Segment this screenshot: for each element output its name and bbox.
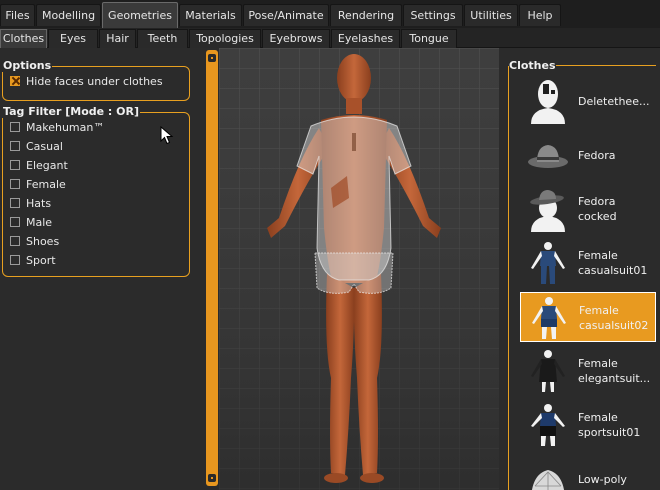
- elegantsuit-icon: [531, 350, 565, 392]
- clothes-item-label: Female casualsuit02: [579, 304, 649, 332]
- clothes-item-female-casualsuit02[interactable]: Female casualsuit02: [520, 292, 656, 342]
- casualsuit-icon: [531, 242, 565, 284]
- tag-checkbox[interactable]: [10, 179, 20, 189]
- panel-divider: [556, 65, 656, 66]
- tab-help[interactable]: Help: [519, 4, 561, 26]
- subtab-clothes[interactable]: Clothes: [0, 29, 47, 48]
- clothes-item-label: Female casualsuit01: [578, 249, 648, 277]
- tag-label: Makehuman™: [26, 120, 105, 134]
- casualsuit-icon: [532, 297, 566, 339]
- tag-sport-row[interactable]: Sport: [10, 252, 56, 268]
- clothes-item-female-casualsuit01[interactable]: Female casualsuit01: [520, 238, 656, 288]
- tag-label: Sport: [26, 253, 56, 267]
- clothes-item-label: Low-poly: [578, 472, 627, 486]
- hide-faces-checkbox[interactable]: [10, 76, 20, 86]
- clothes-panel: Clothes Deletethee... Fedora Fedora cock…: [500, 48, 660, 490]
- subtab-tongue[interactable]: Tongue: [401, 29, 457, 48]
- sportsuit-icon: [531, 404, 565, 446]
- tag-shoes-row[interactable]: Shoes: [10, 233, 59, 249]
- slider-top-handle[interactable]: [208, 54, 216, 62]
- left-panel: Options Hide faces under clothes Tag Fil…: [0, 48, 203, 490]
- slider-bottom-handle[interactable]: [208, 474, 216, 482]
- tag-label: Female: [26, 177, 66, 191]
- tag-casual-row[interactable]: Casual: [10, 138, 63, 154]
- tab-rendering[interactable]: Rendering: [330, 4, 402, 26]
- viewport-scene: [219, 48, 499, 490]
- fedora-cocked-icon: [530, 190, 565, 232]
- hide-faces-checkbox-row[interactable]: Hide faces under clothes: [10, 73, 163, 89]
- tab-settings[interactable]: Settings: [403, 4, 463, 26]
- tag-filter-title: Tag Filter [Mode : OR]: [2, 105, 141, 118]
- subtab-teeth[interactable]: Teeth: [137, 29, 188, 48]
- 3d-viewport[interactable]: [219, 48, 499, 490]
- tag-female-row[interactable]: Female: [10, 176, 66, 192]
- tag-makehuman-row[interactable]: Makehuman™: [10, 119, 104, 135]
- subtab-eyes[interactable]: Eyes: [48, 29, 98, 48]
- clothes-item-female-elegantsuit[interactable]: Female elegantsuit...: [520, 346, 656, 396]
- tab-materials[interactable]: Materials: [179, 4, 242, 26]
- clothes-item-label: Fedora cocked: [578, 195, 617, 223]
- clothes-item-label: Fedora: [578, 148, 616, 162]
- tag-male-row[interactable]: Male: [10, 214, 52, 230]
- panel-border: [508, 66, 509, 490]
- tag-label: Male: [26, 215, 53, 229]
- tag-hats-row[interactable]: Hats: [10, 195, 51, 211]
- tab-geometries[interactable]: Geometries: [102, 2, 178, 28]
- clothes-item-low-poly[interactable]: Low-poly: [520, 454, 656, 490]
- tag-checkbox[interactable]: [10, 236, 20, 246]
- tab-files[interactable]: Files: [0, 4, 35, 26]
- options-title: Options: [2, 59, 53, 72]
- subtab-topologies[interactable]: Topologies: [189, 29, 261, 48]
- main-tab-bar: Files Modelling Geometries Materials Pos…: [0, 0, 660, 28]
- tag-checkbox[interactable]: [10, 198, 20, 208]
- clothes-item-deletetheeyes[interactable]: Deletethee...: [520, 76, 656, 126]
- tag-checkbox[interactable]: [10, 122, 20, 132]
- fedora-icon: [528, 145, 568, 168]
- tag-label: Elegant: [26, 158, 68, 172]
- sub-tab-bar: Clothes Eyes Hair Teeth Topologies Eyebr…: [0, 28, 660, 48]
- lowpoly-icon: [531, 470, 565, 490]
- clothes-item-fedora[interactable]: Fedora: [520, 130, 656, 180]
- tag-label: Shoes: [26, 234, 60, 248]
- zoom-slider[interactable]: [206, 50, 218, 486]
- hide-faces-label: Hide faces under clothes: [26, 74, 163, 88]
- tab-modelling[interactable]: Modelling: [36, 4, 101, 26]
- clothes-item-female-sportsuit01[interactable]: Female sportsuit01: [520, 400, 656, 450]
- clothes-item-label: Deletethee...: [578, 94, 650, 108]
- clothes-item-label: Female elegantsuit...: [578, 357, 651, 385]
- tag-checkbox[interactable]: [10, 141, 20, 151]
- subtab-eyelashes[interactable]: Eyelashes: [331, 29, 400, 48]
- delete-head-icon: [531, 80, 565, 124]
- subtab-eyebrows[interactable]: Eyebrows: [262, 29, 330, 48]
- tag-checkbox[interactable]: [10, 255, 20, 265]
- tag-label: Hats: [26, 196, 52, 210]
- tag-checkbox[interactable]: [10, 217, 20, 227]
- tab-pose-animate[interactable]: Pose/Animate: [243, 4, 329, 26]
- tag-elegant-row[interactable]: Elegant: [10, 157, 68, 173]
- clothes-panel-title: Clothes: [509, 59, 556, 72]
- tag-checkbox[interactable]: [10, 160, 20, 170]
- clothes-item-label: Female sportsuit01: [578, 411, 641, 439]
- subtab-hair[interactable]: Hair: [99, 29, 136, 48]
- clothes-item-fedora-cocked[interactable]: Fedora cocked: [520, 184, 656, 234]
- tab-utilities[interactable]: Utilities: [464, 4, 518, 26]
- tag-label: Casual: [26, 139, 63, 153]
